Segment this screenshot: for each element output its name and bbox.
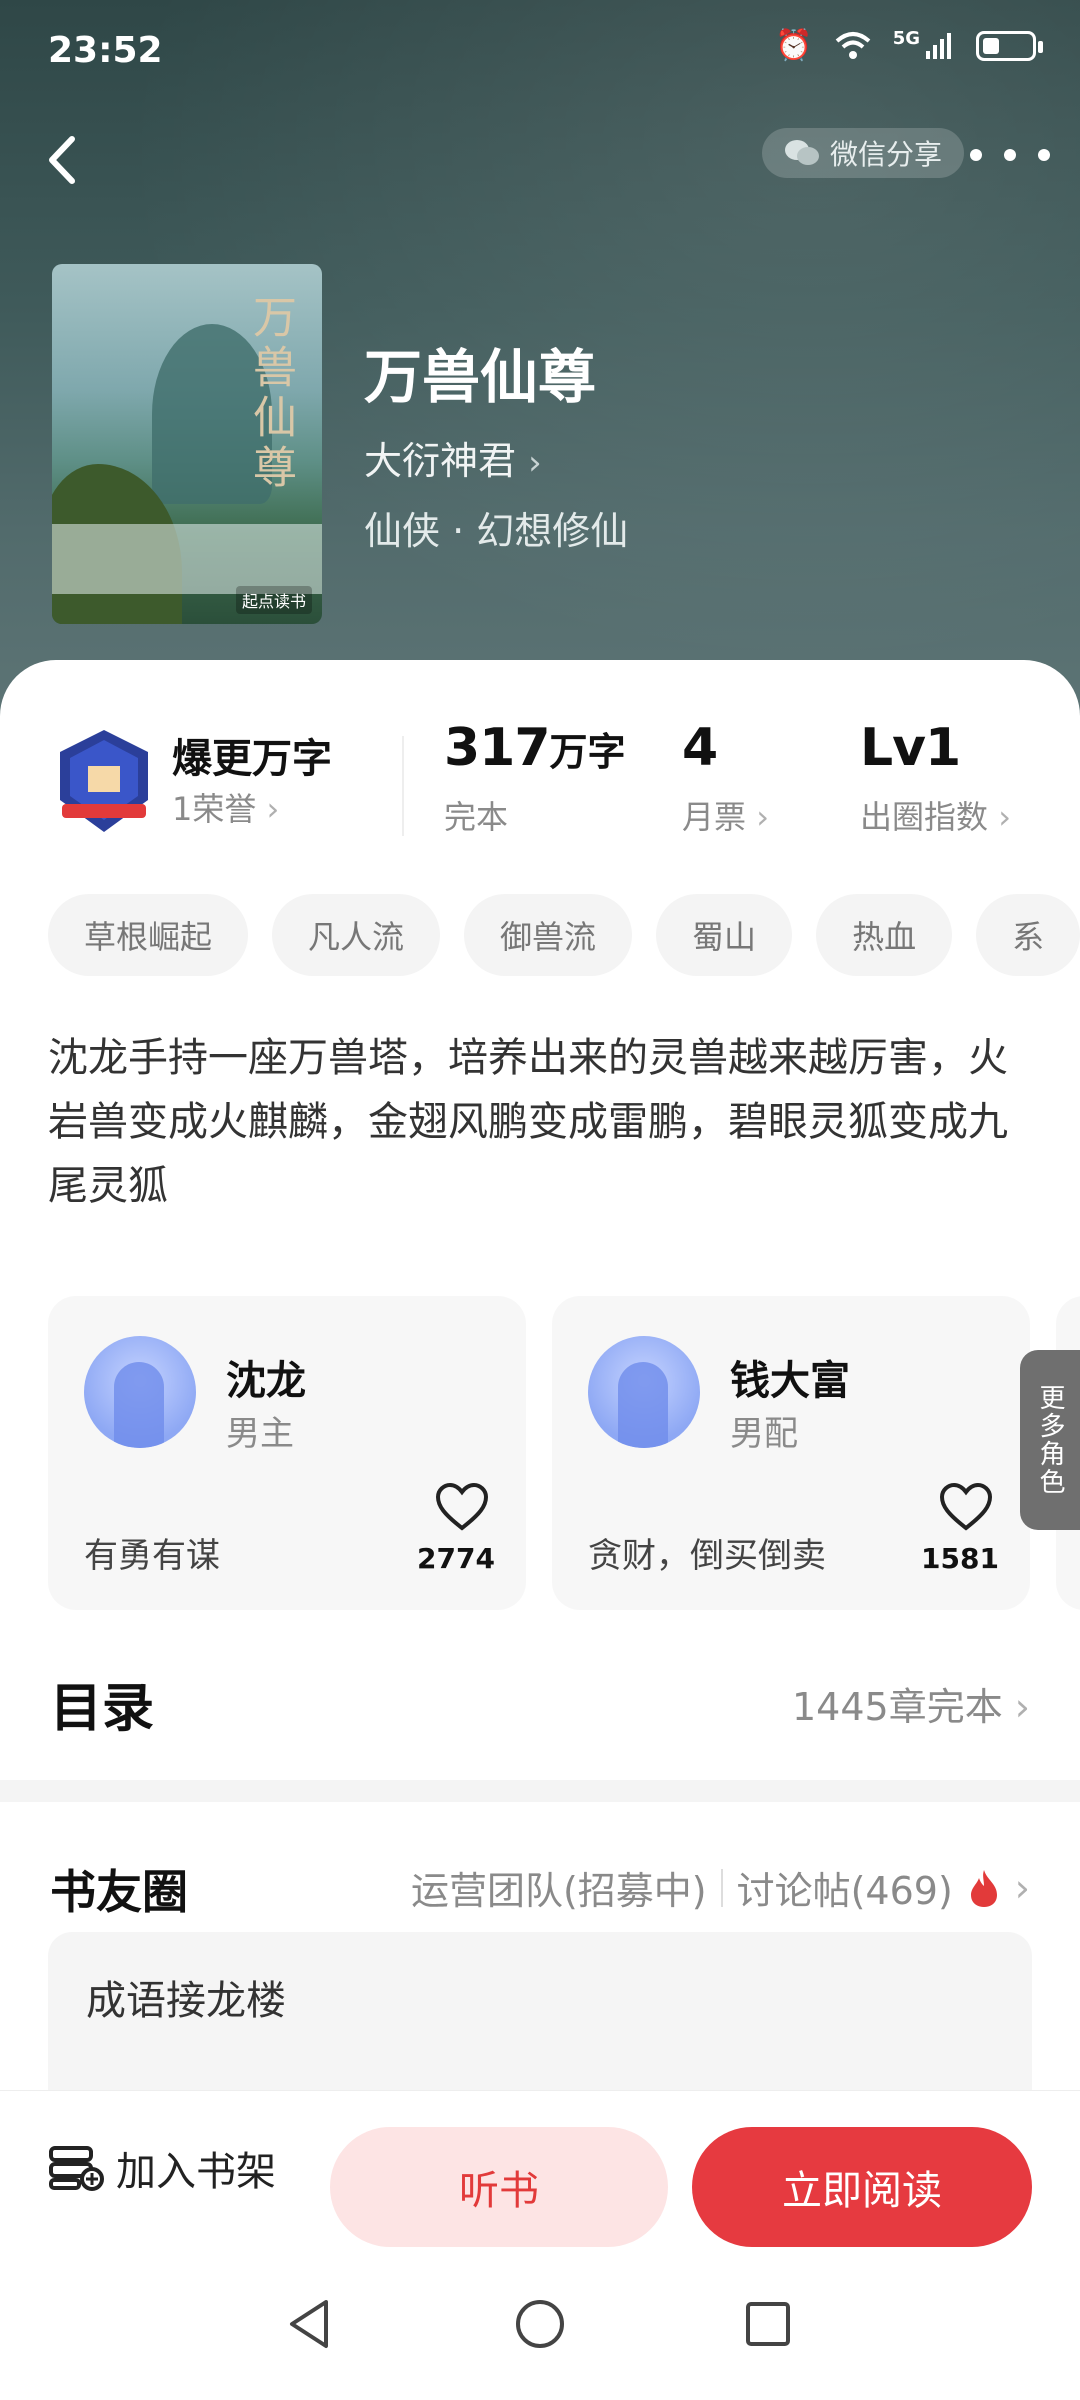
cover-publisher-logo: 起点读书: [235, 586, 312, 614]
monthly-votes-stat[interactable]: 4 月票 ›: [682, 718, 769, 838]
network-label: 5G: [892, 28, 920, 49]
chevron-right-icon: ›: [528, 443, 542, 483]
tag-chip[interactable]: 御兽流: [464, 894, 633, 976]
character-role: 男配: [730, 1414, 798, 1454]
book-title: 万兽仙尊: [364, 343, 597, 411]
section-divider: [0, 1780, 1080, 1802]
level-value: Lv1: [860, 718, 961, 778]
chevron-right-icon: ›: [746, 798, 769, 836]
fire-icon: [970, 1869, 997, 1907]
book-cover[interactable]: 万兽仙尊 起点读书: [52, 264, 322, 624]
level-label: 出圈指数: [860, 798, 989, 836]
level-stat[interactable]: Lv1 出圈指数 ›: [860, 718, 1011, 838]
dot-icon: [1004, 149, 1016, 161]
status-time: 23:52: [48, 30, 163, 71]
cover-title: 万兽仙尊: [245, 294, 296, 494]
wifi-icon: [835, 31, 871, 59]
toc-link[interactable]: 1445章完本 ›: [792, 1676, 1030, 1731]
heart-icon[interactable]: [434, 1482, 490, 1532]
post-title: 成语接龙楼: [86, 1978, 286, 2024]
nav-back-icon[interactable]: [280, 2294, 340, 2354]
character-role: 男主: [226, 1414, 294, 1454]
honor-badge-icon[interactable]: [54, 726, 154, 836]
add-shelf-icon: [49, 2146, 104, 2191]
tag-chip[interactable]: 凡人流: [272, 894, 441, 976]
add-to-shelf-button[interactable]: 加入书架: [48, 2139, 276, 2197]
bottom-action-bar: 加入书架 听书 立即阅读: [0, 2090, 1080, 2250]
toc-title[interactable]: 目录: [50, 1666, 154, 1741]
divider: [402, 736, 404, 836]
more-options-button[interactable]: [970, 130, 1050, 180]
tag-chip[interactable]: 系: [976, 894, 1080, 976]
nav-home-icon[interactable]: [510, 2294, 570, 2354]
tag-list: 草根崛起 凡人流 御兽流 蜀山 热血 系: [48, 894, 1080, 976]
operations-team-link[interactable]: 运营团队(招募中): [411, 1860, 707, 1915]
character-trait: 有勇有谋: [84, 1536, 220, 1576]
honor-link[interactable]: 1荣誉 ›: [172, 784, 279, 830]
chevron-right-icon: ›: [1014, 1685, 1030, 1729]
author-name: 大衍神君: [364, 439, 517, 483]
character-name: 沈龙: [226, 1358, 306, 1404]
circle-title[interactable]: 书友圈: [50, 1856, 188, 1922]
wechat-share-button[interactable]: 微信分享: [762, 128, 965, 178]
status-icons: ⏰ 5G: [775, 28, 1043, 63]
honor-count: 1荣誉: [172, 790, 257, 828]
character-avatar: [588, 1336, 700, 1448]
character-card[interactable]: 沈龙 男主 有勇有谋 2774: [48, 1296, 526, 1610]
chevron-right-icon: ›: [1014, 1865, 1030, 1910]
wechat-icon: [785, 140, 819, 165]
status-bar: 23:52 ⏰ 5G: [0, 0, 1080, 100]
share-label: 微信分享: [830, 138, 943, 171]
nav-recents-icon[interactable]: [738, 2294, 798, 2354]
dot-icon: [1038, 149, 1050, 161]
back-button[interactable]: [26, 120, 96, 200]
battery-icon: [976, 30, 1043, 61]
word-count-value: 317: [444, 718, 551, 778]
word-count-unit: 万字: [549, 730, 626, 774]
chevron-right-icon: ›: [266, 790, 280, 828]
circle-post-card[interactable]: 成语接龙楼: [48, 1932, 1032, 2092]
back-arrow-icon: [49, 136, 75, 184]
system-nav-bar: [0, 2250, 1080, 2400]
chevron-right-icon: ›: [988, 798, 1011, 836]
top-nav: 微信分享: [0, 120, 1080, 200]
read-now-button[interactable]: 立即阅读: [692, 2127, 1032, 2247]
book-author-link[interactable]: 大衍神君 ›: [364, 430, 542, 485]
character-likes: 1581: [921, 1542, 999, 1575]
discussion-posts-link[interactable]: 讨论帖(469): [737, 1860, 953, 1915]
book-status: 完本: [444, 798, 509, 836]
book-genre: 仙侠 · 幻想修仙: [364, 509, 629, 553]
honor-title: 爆更万字: [172, 736, 332, 782]
book-description[interactable]: 沈龙手持一座万兽塔，培养出来的灵兽越来越厉害，火岩兽变成火麒麟，金翅风鹏变成雷鹏…: [48, 1026, 1038, 1218]
monthly-votes-value: 4: [682, 718, 718, 778]
character-name: 钱大富: [730, 1358, 850, 1404]
shelf-label: 加入书架: [116, 2149, 276, 2195]
heart-icon[interactable]: [938, 1482, 994, 1532]
listen-button[interactable]: 听书: [330, 2127, 668, 2247]
alarm-icon: ⏰: [775, 28, 813, 63]
character-likes: 2774: [417, 1542, 495, 1575]
word-count-stat: 317万字 完本: [444, 718, 626, 838]
monthly-votes-label: 月票: [682, 798, 747, 836]
tag-chip[interactable]: 草根崛起: [48, 894, 249, 976]
toc-count: 1445章完本: [791, 1685, 1003, 1729]
circle-links: 运营团队(招募中) 讨论帖(469) ›: [411, 1860, 1030, 1915]
more-roles-button[interactable]: 更多角色: [1020, 1350, 1080, 1530]
tag-chip[interactable]: 蜀山: [656, 894, 793, 976]
divider: [720, 1868, 723, 1907]
signal-icon: [926, 32, 951, 59]
character-trait: 贪财，倒买倒卖: [588, 1536, 826, 1576]
tag-chip[interactable]: 热血: [816, 894, 953, 976]
book-detail-page: 23:52 ⏰ 5G 微信分享 万兽仙尊 起点读书 万兽仙尊 大衍神君 › 仙侠…: [0, 0, 1080, 2400]
dot-icon: [970, 149, 982, 161]
character-card[interactable]: 钱大富 男配 贪财，倒买倒卖 1581: [552, 1296, 1030, 1610]
character-avatar: [84, 1336, 196, 1448]
